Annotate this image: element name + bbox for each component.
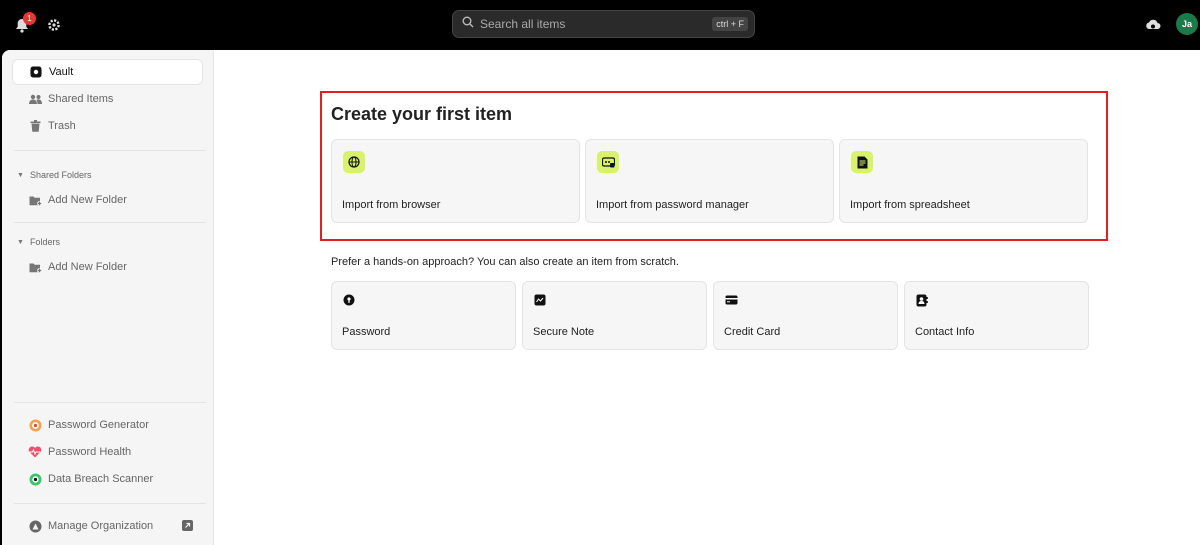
sidebar-item-data-breach-scanner[interactable]: Data Breach Scanner xyxy=(12,466,203,492)
sidebar-item-password-health[interactable]: Password Health xyxy=(12,439,203,465)
card-label: Contact Info xyxy=(915,326,975,338)
note-icon xyxy=(533,293,547,307)
add-folder-icon xyxy=(28,193,42,207)
key-icon xyxy=(342,293,356,307)
credit-card-icon xyxy=(724,293,738,307)
page-title: Create your first item xyxy=(331,104,513,124)
sidebar-item-label: Add New Folder xyxy=(48,261,127,273)
card-label: Credit Card xyxy=(724,326,781,338)
external-link-icon[interactable] xyxy=(182,520,193,531)
folders-title: Folders xyxy=(29,237,60,247)
sidebar-item-manage-organization[interactable]: Manage Organization xyxy=(12,513,203,539)
gear-icon[interactable] xyxy=(46,17,62,33)
breach-scanner-icon xyxy=(28,472,42,486)
sidebar-item-label: Password Generator xyxy=(48,419,149,431)
credit-card-card[interactable]: Credit Card xyxy=(713,281,898,350)
sidebar-item-trash[interactable]: Trash xyxy=(12,113,203,139)
password-manager-icon xyxy=(597,151,619,173)
sidebar-divider xyxy=(14,503,206,504)
search-bar[interactable]: ctrl + F xyxy=(452,10,755,38)
cloud-sync-icon[interactable] xyxy=(1144,16,1162,32)
search-shortcut-hint: ctrl + F xyxy=(712,17,748,31)
sidebar-item-label: Vault xyxy=(49,66,74,78)
search-icon xyxy=(462,15,474,33)
sidebar-item-password-generator[interactable]: Password Generator xyxy=(12,412,203,438)
secure-note-card[interactable]: Secure Note xyxy=(522,281,707,350)
import-from-password-manager-card[interactable]: Import from password manager xyxy=(585,139,834,223)
avatar[interactable]: Ja xyxy=(1176,13,1198,35)
card-label: Import from spreadsheet xyxy=(850,199,970,211)
import-from-spreadsheet-card[interactable]: Import from spreadsheet xyxy=(839,139,1088,223)
main-content: Create your first item Import from brows… xyxy=(215,50,1200,545)
caret-down-icon: ▼ xyxy=(17,171,24,179)
sidebar-divider xyxy=(14,150,206,151)
heart-pulse-icon xyxy=(28,445,42,459)
import-from-browser-card[interactable]: Import from browser xyxy=(331,139,580,223)
users-icon xyxy=(28,92,42,106)
vault-icon xyxy=(29,65,43,79)
sidebar-item-shared-items[interactable]: Shared Items xyxy=(12,86,203,112)
contact-icon xyxy=(915,293,929,307)
scratch-description: Prefer a hands-on approach? You can also… xyxy=(331,256,679,268)
notification-badge: 1 xyxy=(23,12,36,25)
card-label: Import from password manager xyxy=(596,199,749,211)
sidebar-item-label: Data Breach Scanner xyxy=(48,473,154,485)
organization-icon xyxy=(28,519,42,533)
contact-info-card[interactable]: Contact Info xyxy=(904,281,1089,350)
shared-folders-toggle[interactable]: ▼ Shared Folders xyxy=(17,170,91,180)
sidebar-item-label: Shared Items xyxy=(48,93,114,105)
top-bar: 1 ctrl + F Ja xyxy=(0,0,1200,50)
sidebar-item-label: Add New Folder xyxy=(48,194,127,206)
caret-down-icon: ▼ xyxy=(17,238,24,246)
folders-add-folder[interactable]: Add New Folder xyxy=(12,254,203,280)
add-folder-icon xyxy=(28,260,42,274)
search-input[interactable] xyxy=(480,17,700,31)
sidebar-divider xyxy=(14,402,206,403)
sidebar-item-label: Trash xyxy=(48,120,76,132)
sidebar-item-label: Manage Organization xyxy=(48,520,154,532)
password-generator-icon xyxy=(28,418,42,432)
password-card[interactable]: Password xyxy=(331,281,516,350)
card-label: Password xyxy=(342,326,391,338)
folders-toggle[interactable]: ▼ Folders xyxy=(17,237,60,247)
globe-icon xyxy=(343,151,365,173)
shared-folders-title: Shared Folders xyxy=(29,170,92,180)
card-label: Secure Note xyxy=(533,326,595,338)
card-label: Import from browser xyxy=(342,199,441,211)
trash-icon xyxy=(28,119,42,133)
spreadsheet-icon xyxy=(851,151,873,173)
shared-folders-add-folder[interactable]: Add New Folder xyxy=(12,187,203,213)
sidebar-item-vault[interactable]: Vault xyxy=(12,59,203,85)
app-window: Vault Shared Items Trash ▼ Shared Folder… xyxy=(2,50,1200,545)
sidebar: Vault Shared Items Trash ▼ Shared Folder… xyxy=(2,50,214,545)
sidebar-item-label: Password Health xyxy=(48,446,132,458)
sidebar-divider xyxy=(14,222,206,223)
